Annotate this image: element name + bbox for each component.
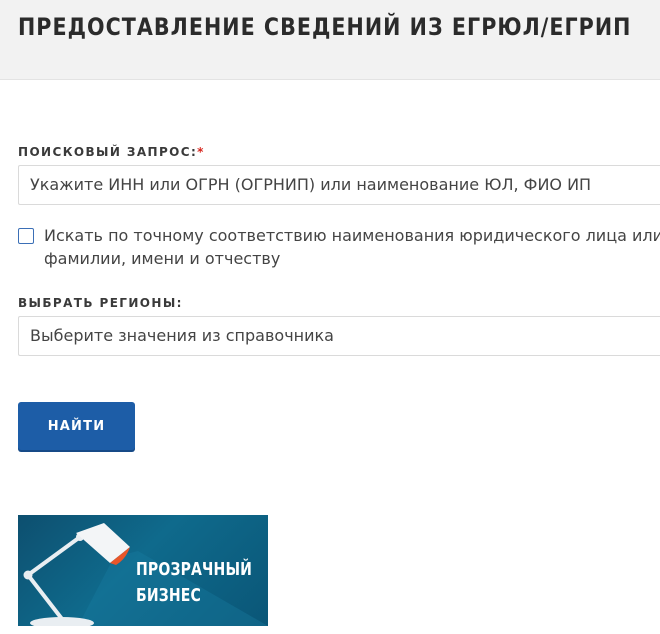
page-header: ПРЕДОСТАВЛЕНИЕ СВЕДЕНИЙ ИЗ ЕГРЮЛ/ЕГРИП — [0, 0, 660, 80]
exact-match-checkbox[interactable] — [18, 228, 34, 244]
required-mark: * — [197, 145, 205, 159]
regions-select[interactable]: Выберите значения из справочника — [18, 316, 660, 356]
exact-match-label[interactable]: Искать по точному соответствию наименова… — [44, 224, 660, 270]
transparent-business-banner[interactable]: ПРОЗРАЧНЫЙ БИЗНЕС — [18, 515, 268, 626]
search-button[interactable]: НАЙТИ — [18, 402, 135, 450]
search-query-input[interactable]: Укажите ИНН или ОГРН (ОГРНИП) или наимен… — [18, 165, 660, 205]
search-query-label: ПОИСКОВЫЙ ЗАПРОС:* — [18, 145, 205, 159]
banner-title-line2: БИЗНЕС — [136, 585, 202, 606]
page-title: ПРЕДОСТАВЛЕНИЕ СВЕДЕНИЙ ИЗ ЕГРЮЛ/ЕГРИП — [18, 13, 632, 41]
banner-title-line1: ПРОЗРАЧНЫЙ — [136, 559, 253, 580]
regions-label: ВЫБРАТЬ РЕГИОНЫ: — [18, 296, 183, 310]
search-query-label-text: ПОИСКОВЫЙ ЗАПРОС: — [18, 145, 198, 159]
